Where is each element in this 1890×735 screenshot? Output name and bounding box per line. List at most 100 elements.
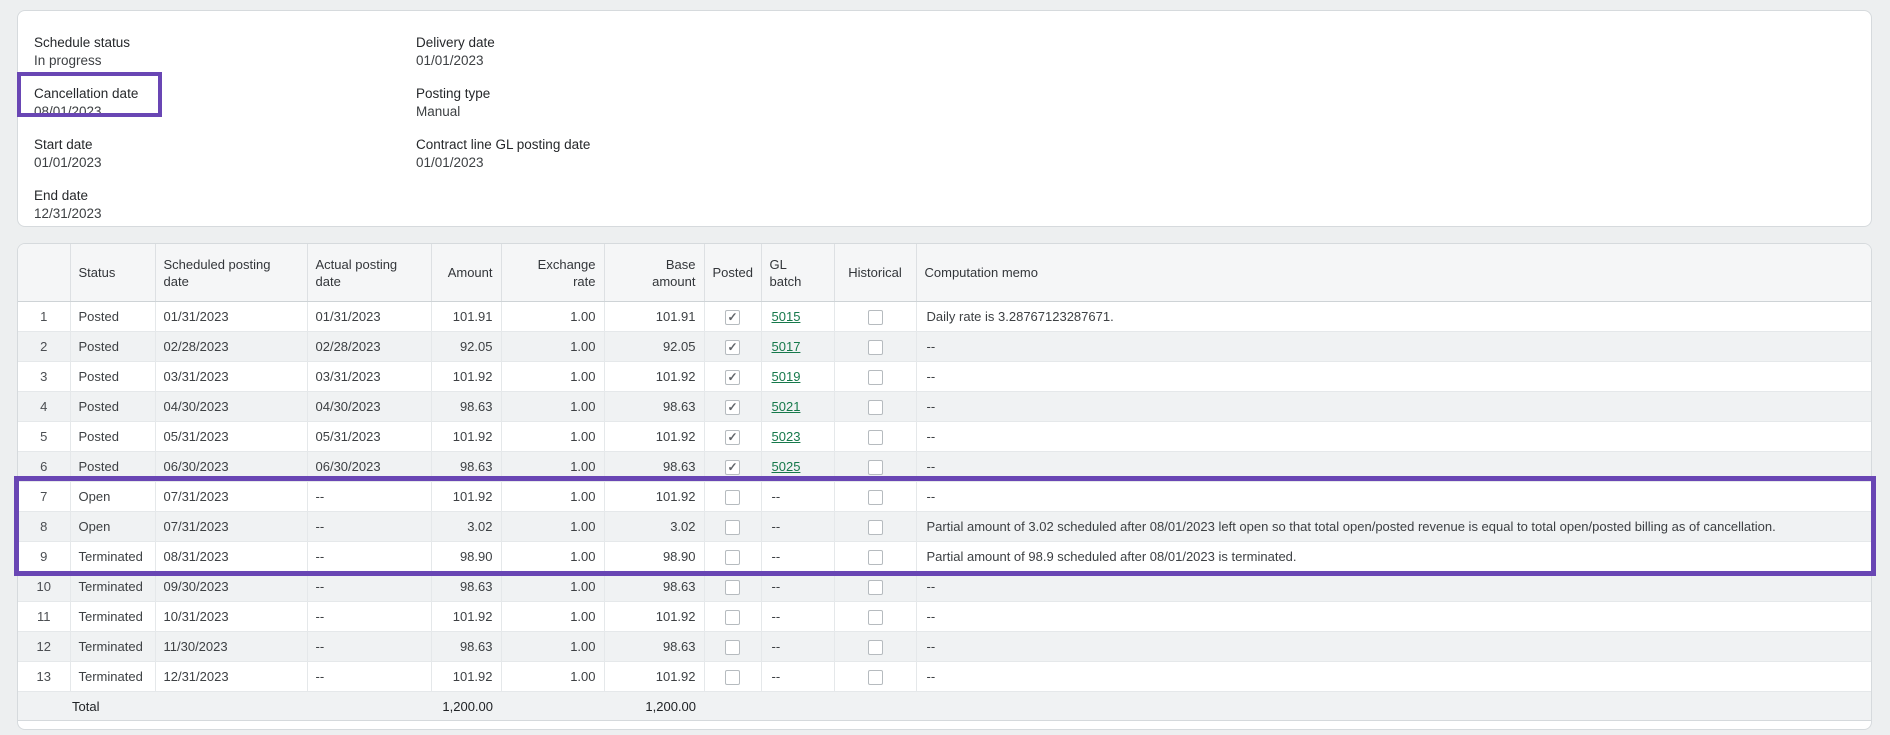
historical-checkbox[interactable] (868, 610, 883, 625)
column-header: Posted (704, 244, 761, 302)
table-row: 2Posted02/28/202302/28/202392.051.0092.0… (18, 332, 1871, 362)
cell-status: Posted (70, 392, 155, 422)
historical-checkbox[interactable] (868, 580, 883, 595)
historical-checkbox[interactable] (868, 340, 883, 355)
field-value: 01/01/2023 (416, 52, 590, 70)
cell-computation-memo: -- (916, 572, 1871, 602)
cell-status: Terminated (70, 602, 155, 632)
cell-historical (834, 572, 916, 602)
posted-checkbox[interactable] (725, 340, 740, 355)
gl-batch-link[interactable]: 5025 (772, 459, 801, 474)
cell-scheduled-posting-date: 06/30/2023 (155, 452, 307, 482)
posted-checkbox[interactable] (725, 550, 740, 565)
field-label: End date (34, 187, 416, 205)
cell-status: Posted (70, 422, 155, 452)
historical-checkbox[interactable] (868, 400, 883, 415)
column-header: Computation memo (916, 244, 1871, 302)
gl-batch-link[interactable]: 5021 (772, 399, 801, 414)
cell-actual-posting-date: -- (307, 662, 431, 692)
total-spacer (704, 692, 1871, 721)
cell-gl-batch: 5019 (761, 362, 834, 392)
cell-historical (834, 452, 916, 482)
cell-exchange-rate: 1.00 (501, 362, 604, 392)
column-header: Actual posting date (307, 244, 431, 302)
historical-checkbox[interactable] (868, 670, 883, 685)
historical-checkbox[interactable] (868, 550, 883, 565)
historical-checkbox[interactable] (868, 520, 883, 535)
table-row: 13Terminated12/31/2023--101.921.00101.92… (18, 662, 1871, 692)
cell-actual-posting-date: -- (307, 632, 431, 662)
cell-actual-posting-date: 03/31/2023 (307, 362, 431, 392)
cell-actual-posting-date: -- (307, 602, 431, 632)
cell-posted (704, 632, 761, 662)
cell-computation-memo: -- (916, 452, 1871, 482)
cell-exchange-rate: 1.00 (501, 332, 604, 362)
info-field: Cancellation date08/01/2023 (34, 85, 416, 121)
total-amount: 1,200.00 (431, 692, 501, 721)
historical-checkbox[interactable] (868, 370, 883, 385)
historical-checkbox[interactable] (868, 460, 883, 475)
cell-amount: 98.63 (431, 452, 501, 482)
posted-checkbox[interactable] (725, 640, 740, 655)
cell-gl-batch: 5021 (761, 392, 834, 422)
cell-gl-batch: -- (761, 602, 834, 632)
field-value: 01/01/2023 (416, 154, 590, 172)
field-label: Posting type (416, 85, 590, 103)
cell-gl-batch: 5025 (761, 452, 834, 482)
cell-scheduled-posting-date: 03/31/2023 (155, 362, 307, 392)
cell-row-number: 7 (18, 482, 70, 512)
total-spacer (501, 692, 604, 721)
table-row: 10Terminated09/30/2023--98.631.0098.63--… (18, 572, 1871, 602)
cell-base-amount: 101.92 (604, 602, 704, 632)
cell-gl-batch: -- (761, 482, 834, 512)
posted-checkbox[interactable] (725, 370, 740, 385)
cell-status: Open (70, 512, 155, 542)
historical-checkbox[interactable] (868, 430, 883, 445)
posted-checkbox[interactable] (725, 670, 740, 685)
cell-computation-memo: -- (916, 332, 1871, 362)
posted-checkbox[interactable] (725, 610, 740, 625)
posted-checkbox[interactable] (725, 310, 740, 325)
posted-checkbox[interactable] (725, 400, 740, 415)
posted-checkbox[interactable] (725, 460, 740, 475)
cell-status: Posted (70, 302, 155, 332)
cell-exchange-rate: 1.00 (501, 572, 604, 602)
cell-exchange-rate: 1.00 (501, 422, 604, 452)
cell-amount: 101.92 (431, 482, 501, 512)
gl-batch-link[interactable]: 5015 (772, 309, 801, 324)
posted-checkbox[interactable] (725, 520, 740, 535)
info-field: Start date01/01/2023 (34, 136, 416, 172)
cell-gl-batch: 5017 (761, 332, 834, 362)
schedule-lines-panel: StatusScheduled posting dateActual posti… (17, 243, 1872, 730)
gl-batch-link[interactable]: 5023 (772, 429, 801, 444)
cell-actual-posting-date: 06/30/2023 (307, 452, 431, 482)
cell-amount: 3.02 (431, 512, 501, 542)
posted-checkbox[interactable] (725, 430, 740, 445)
cell-computation-memo: Partial amount of 98.9 scheduled after 0… (916, 542, 1871, 572)
info-column-right: Delivery date01/01/2023Posting typeManua… (416, 34, 590, 226)
info-field: Delivery date01/01/2023 (416, 34, 590, 70)
historical-checkbox[interactable] (868, 640, 883, 655)
cell-status: Terminated (70, 662, 155, 692)
field-label: Schedule status (34, 34, 416, 52)
cell-amount: 98.63 (431, 392, 501, 422)
historical-checkbox[interactable] (868, 310, 883, 325)
cell-historical (834, 512, 916, 542)
posted-checkbox[interactable] (725, 490, 740, 505)
table-row: 4Posted04/30/202304/30/202398.631.0098.6… (18, 392, 1871, 422)
table-row: 9Terminated08/31/2023--98.901.0098.90--P… (18, 542, 1871, 572)
cell-gl-batch: -- (761, 572, 834, 602)
cell-exchange-rate: 1.00 (501, 482, 604, 512)
posted-checkbox[interactable] (725, 580, 740, 595)
column-header: GL batch (761, 244, 834, 302)
gl-batch-link[interactable]: 5019 (772, 369, 801, 384)
historical-checkbox[interactable] (868, 490, 883, 505)
cell-posted (704, 332, 761, 362)
column-header (18, 244, 70, 302)
table-header-row: StatusScheduled posting dateActual posti… (18, 244, 1871, 302)
info-field: Schedule statusIn progress (34, 34, 416, 70)
cell-status: Terminated (70, 542, 155, 572)
gl-batch-link[interactable]: 5017 (772, 339, 801, 354)
cell-amount: 101.92 (431, 602, 501, 632)
schedule-details-panel: Schedule statusIn progress Cancellation d… (17, 10, 1872, 227)
